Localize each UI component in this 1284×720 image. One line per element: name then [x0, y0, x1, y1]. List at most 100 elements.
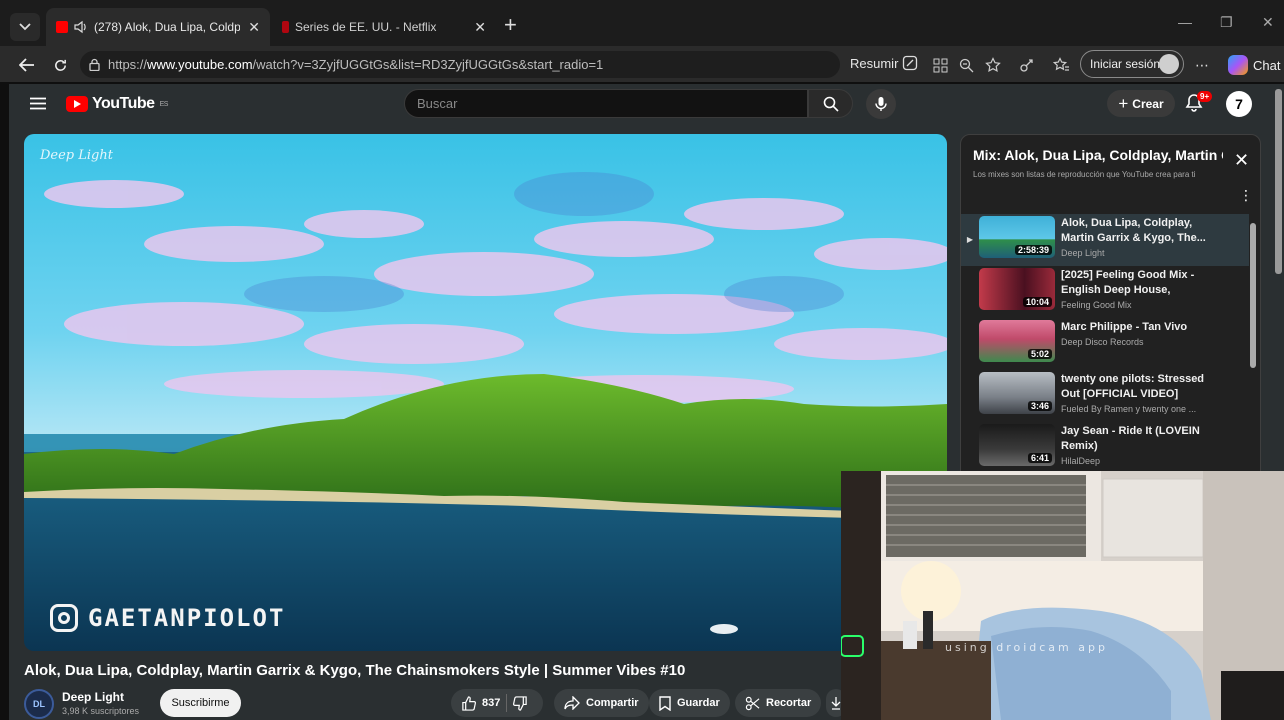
- page-scrollbar[interactable]: [1275, 89, 1282, 274]
- share-label: Compartir: [586, 697, 639, 709]
- summarize-label: Resumir: [850, 55, 899, 71]
- arrow-left-icon: [19, 58, 34, 72]
- plus-icon: +: [1118, 93, 1129, 113]
- playlist-item[interactable]: 10:04 [2025] Feeling Good Mix - English …: [961, 266, 1249, 318]
- video-thumbnail: 5:02: [979, 320, 1055, 362]
- playlist-subtitle: Los mixes son listas de reproducción que…: [973, 170, 1196, 179]
- item-channel: Deep Light: [1061, 248, 1105, 258]
- share-button[interactable]: Compartir: [554, 689, 649, 717]
- more-vertical-icon[interactable]: ⋮: [1239, 187, 1253, 204]
- playlist-item[interactable]: ▶ 2:58:39 Alok, Dua Lipa, Coldplay, Mart…: [961, 214, 1249, 266]
- video-thumbnail: 3:46: [979, 372, 1055, 414]
- droidcam-watermark: using droidcam app: [945, 641, 1108, 654]
- duration-badge: 5:02: [1027, 349, 1052, 359]
- summarize-icon: [903, 55, 918, 71]
- playlist-item[interactable]: 5:02 Marc Philippe - Tan Vivo Deep Disco…: [961, 318, 1249, 370]
- playlist-scrollbar[interactable]: [1250, 223, 1256, 368]
- browser-tab-youtube[interactable]: (278) Alok, Dua Lipa, Coldplay ✕: [46, 8, 270, 46]
- search-button[interactable]: [808, 89, 853, 118]
- video-thumbnail: 6:41: [979, 424, 1055, 466]
- webcam-scene: [841, 471, 1284, 720]
- duration-badge: 3:46: [1027, 401, 1052, 411]
- url-host: www.youtube.com: [147, 57, 253, 72]
- browser-tab-netflix[interactable]: Series de EE. UU. - Netflix ✕: [272, 8, 496, 46]
- close-tab-icon[interactable]: ✕: [474, 19, 486, 36]
- close-window-button[interactable]: ✕: [1262, 14, 1274, 31]
- playlist-title[interactable]: Mix: Alok, Dua Lipa, Coldplay, Martin Ga…: [973, 147, 1223, 163]
- account-avatar[interactable]: 7: [1226, 91, 1252, 117]
- video-title: Alok, Dua Lipa, Coldplay, Martin Garrix …: [24, 662, 686, 679]
- instagram-handle: GAETANPIOLOT: [88, 604, 286, 632]
- video-player[interactable]: Deep Light GAETANPIOLOT: [24, 134, 947, 651]
- chevron-down-icon: [19, 23, 31, 31]
- duration-badge: 2:58:39: [1014, 245, 1052, 255]
- copilot-chat-button[interactable]: Chat: [1228, 55, 1280, 75]
- thumbs-down-icon[interactable]: [513, 695, 528, 711]
- item-channel: HilalDeep: [1061, 456, 1101, 466]
- tab-label: Series de EE. UU. - Netflix: [295, 20, 437, 34]
- video-thumbnail: 2:58:39: [979, 216, 1055, 258]
- reload-button[interactable]: [49, 54, 71, 76]
- summarize-button[interactable]: Resumir: [850, 55, 918, 71]
- channel-name[interactable]: Deep Light: [62, 690, 124, 704]
- instagram-icon: [50, 604, 78, 632]
- zoom-icon[interactable]: [957, 56, 975, 74]
- divider: [506, 694, 508, 712]
- url-path: /watch?v=3ZyjfUGGtGs&list=RD3ZyjfUGGtGs&…: [252, 57, 604, 72]
- logo-text: YouTube: [92, 95, 155, 112]
- save-button[interactable]: Guardar: [649, 689, 730, 717]
- speaker-icon: [74, 20, 86, 34]
- maximize-button[interactable]: ❐: [1220, 14, 1233, 31]
- region-code: ES: [159, 100, 169, 108]
- favorite-star-icon[interactable]: [984, 56, 1002, 74]
- like-button[interactable]: 837: [461, 695, 501, 711]
- signin-button[interactable]: Iniciar sesión: [1080, 50, 1184, 78]
- close-icon[interactable]: ✕: [1234, 151, 1249, 169]
- share-icon: [564, 696, 580, 710]
- menu-icon[interactable]: [30, 97, 46, 115]
- search-icon: [823, 96, 839, 112]
- extensions-icon[interactable]: [1018, 56, 1036, 74]
- url-scheme: https://: [108, 57, 148, 72]
- like-count: 837: [482, 697, 501, 709]
- duration-badge: 10:04: [1022, 297, 1052, 307]
- channel-avatar[interactable]: DL: [24, 689, 54, 719]
- playlist-item[interactable]: 6:41 Jay Sean - Ride It (LOVEIN Remix) H…: [961, 422, 1249, 474]
- profile-avatar-icon: [1159, 54, 1179, 74]
- like-dislike-group: 837: [451, 689, 543, 717]
- clip-label: Recortar: [766, 697, 812, 709]
- item-title: Alok, Dua Lipa, Coldplay, Martin Garrix …: [1061, 217, 1206, 244]
- tab-actions-button[interactable]: [10, 13, 40, 41]
- search-input[interactable]: Buscar: [404, 89, 808, 118]
- chat-label: Chat: [1253, 57, 1281, 73]
- youtube-logo[interactable]: YouTube ES: [66, 95, 168, 113]
- apps-icon[interactable]: [931, 56, 949, 74]
- copilot-icon: [1228, 55, 1248, 75]
- bookmark-icon: [659, 695, 671, 711]
- lock-icon: [89, 58, 100, 71]
- signin-label: Iniciar sesión: [1090, 57, 1161, 71]
- video-frame-scenery: [24, 134, 947, 651]
- channel-watermark: Deep Light: [40, 148, 113, 163]
- mix-playlist-panel: Mix: Alok, Dua Lipa, Coldplay, Martin Ga…: [960, 134, 1261, 484]
- close-tab-icon[interactable]: ✕: [248, 19, 260, 36]
- favorites-list-icon[interactable]: [1052, 56, 1070, 74]
- url-field[interactable]: https://www.youtube.com/watch?v=3ZyjfUGG…: [80, 51, 840, 78]
- playlist-item[interactable]: 3:46 twenty one pilots: Stressed Out [OF…: [961, 370, 1249, 422]
- back-button[interactable]: [16, 54, 38, 76]
- create-button[interactable]: + Crear: [1107, 90, 1175, 117]
- minimize-button[interactable]: —: [1178, 14, 1192, 30]
- item-title: Jay Sean - Ride It (LOVEIN Remix): [1061, 425, 1200, 452]
- more-menu-icon[interactable]: ⋯: [1193, 56, 1211, 74]
- reload-icon: [54, 59, 66, 71]
- voice-search-button[interactable]: [866, 89, 896, 119]
- clip-button[interactable]: Recortar: [735, 689, 822, 717]
- item-channel: Fueled By Ramen y twenty one ...: [1061, 404, 1197, 414]
- item-channel: Deep Disco Records: [1061, 337, 1144, 347]
- new-tab-button[interactable]: +: [504, 14, 517, 36]
- subscribe-button[interactable]: Suscribirme: [160, 689, 241, 717]
- now-playing-icon: ▶: [966, 235, 974, 244]
- youtube-favicon-icon: [56, 21, 68, 33]
- item-channel: Feeling Good Mix: [1061, 300, 1132, 310]
- notification-badge: 9+: [1197, 91, 1213, 102]
